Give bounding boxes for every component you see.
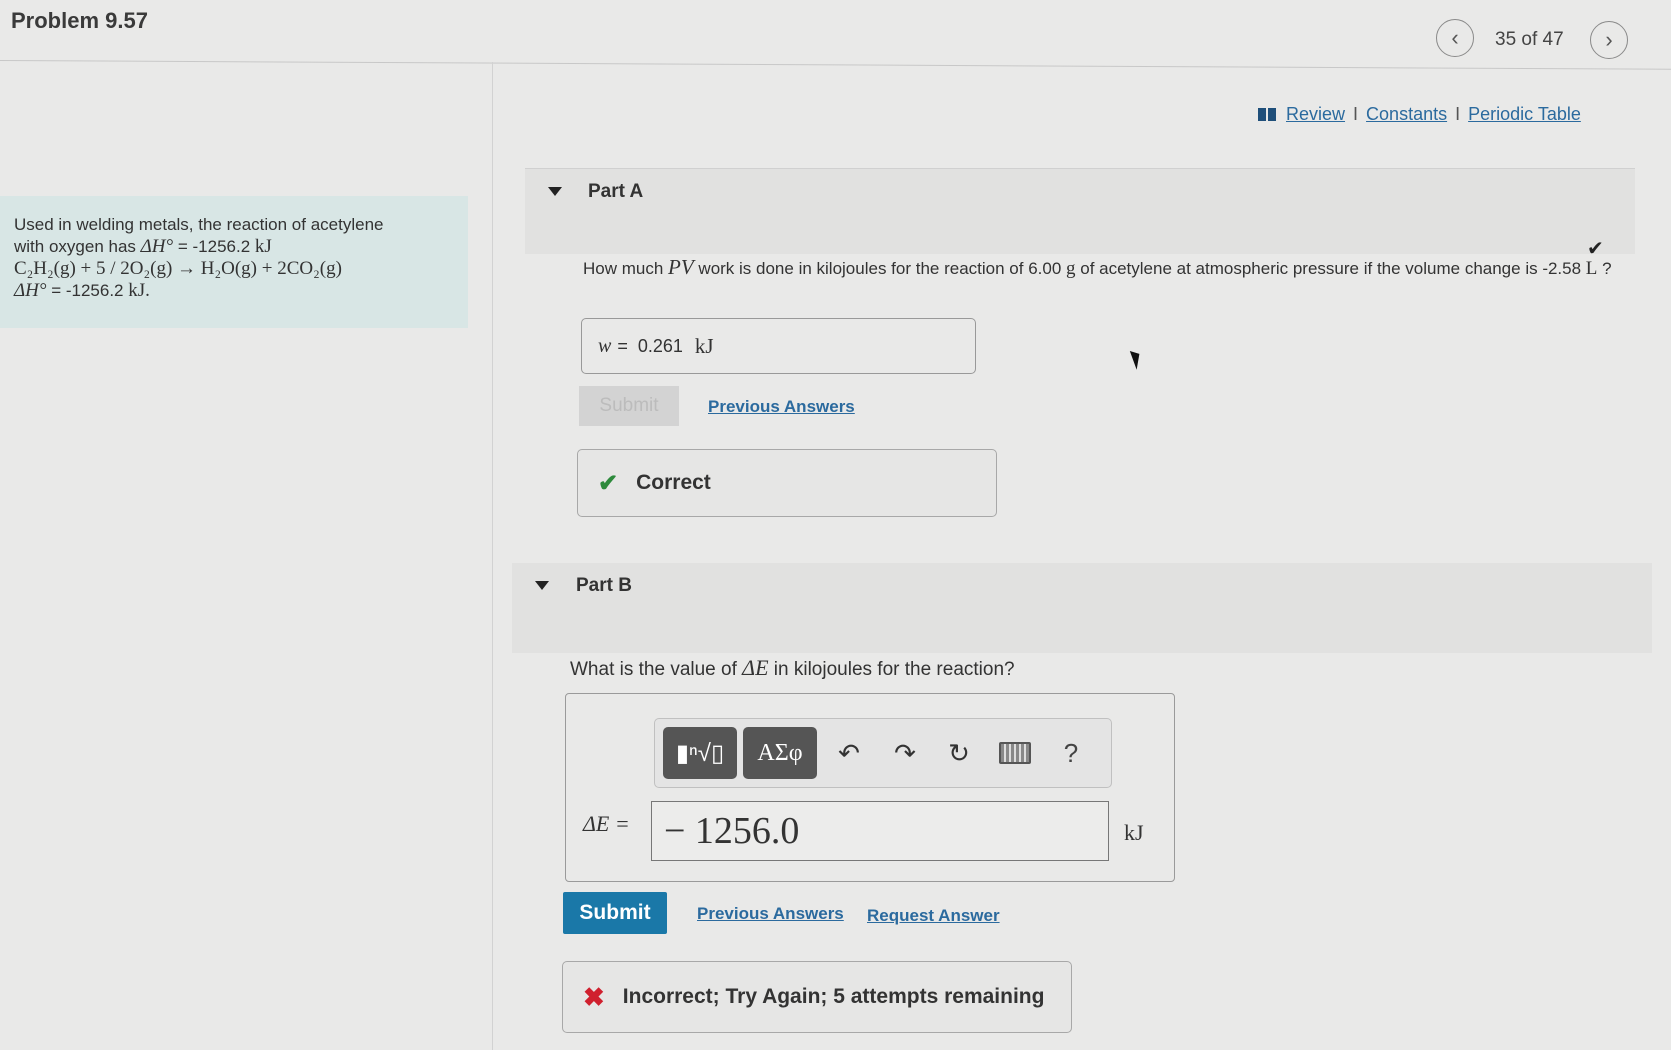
reset-icon[interactable]: ↻: [939, 733, 979, 773]
constants-link[interactable]: Constants: [1366, 104, 1447, 125]
check-icon: ✔: [598, 469, 619, 497]
part-b-header[interactable]: [512, 563, 1652, 653]
reaction-equation: C₂H₂(g) + 5 / 2O₂(g) → H₂O(g) + 2CO₂(g): [14, 258, 342, 279]
math-toolbar: ▮ⁿ√▯ ΑΣφ ↶ ↷ ↻ ?: [654, 718, 1112, 788]
part-a-answer-display: w = 0.261 kJ: [581, 318, 976, 374]
collapse-caret-icon[interactable]: [548, 187, 562, 196]
intro-line: ΔH° = -1256.2 kJ.: [14, 280, 150, 301]
redo-icon[interactable]: ↷: [885, 733, 925, 773]
request-answer-link[interactable]: Request Answer: [867, 906, 1000, 926]
greek-symbols-button[interactable]: ΑΣφ: [743, 727, 817, 779]
resource-links: Review I Constants I Periodic Table: [1258, 104, 1581, 125]
mouse-cursor-icon: [1129, 348, 1145, 370]
incorrect-feedback: ✖ Incorrect; Try Again; 5 attempts remai…: [562, 961, 1072, 1033]
problem-counter: 35 of 47: [1495, 29, 1564, 50]
undo-icon[interactable]: ↶: [829, 733, 869, 773]
problem-intro: Used in welding metals, the reaction of …: [0, 196, 468, 328]
keyboard-shortcuts-button[interactable]: [995, 733, 1035, 773]
header-divider: [0, 60, 1671, 70]
x-icon: ✖: [583, 981, 605, 1012]
unit-label: kJ: [1124, 820, 1144, 845]
part-a-label: Part A: [588, 181, 644, 202]
part-a-header[interactable]: [525, 168, 1635, 254]
delta-e-input[interactable]: − 1256.0: [651, 801, 1109, 861]
separator: I: [1353, 104, 1359, 124]
part-b-question: What is the value of ΔE in kilojoules fo…: [570, 655, 1015, 680]
chevron-right-icon: ›: [1605, 27, 1613, 52]
collapse-caret-icon[interactable]: [535, 581, 549, 590]
book-icon: [1258, 108, 1276, 121]
delta-e-label: ΔE =: [583, 811, 630, 836]
part-b-submit-button[interactable]: Submit: [563, 892, 667, 934]
review-link[interactable]: Review: [1286, 104, 1345, 125]
next-problem-button[interactable]: ›: [1590, 21, 1628, 59]
problem-title: Problem 9.57: [11, 8, 148, 33]
part-b-previous-answers-link[interactable]: Previous Answers: [697, 904, 844, 924]
part-a-submit-button-disabled: Submit: [579, 386, 679, 426]
help-icon[interactable]: ?: [1051, 733, 1091, 773]
keyboard-icon: [999, 742, 1031, 764]
intro-line: with oxygen has ΔH° = -1256.2 kJ: [14, 236, 272, 257]
part-a-question: How much PV work is done in kilojoules f…: [583, 255, 1612, 279]
column-divider: [492, 62, 493, 1050]
periodic-table-link[interactable]: Periodic Table: [1468, 104, 1581, 125]
correct-feedback: ✔ Correct: [577, 449, 997, 517]
previous-problem-button[interactable]: ‹: [1436, 19, 1474, 57]
chevron-left-icon: ‹: [1451, 25, 1459, 50]
separator: I: [1455, 104, 1461, 124]
part-a-previous-answers-link[interactable]: Previous Answers: [708, 397, 855, 417]
templates-button[interactable]: ▮ⁿ√▯: [663, 727, 737, 779]
part-b-label: Part B: [576, 575, 632, 596]
intro-line: Used in welding metals, the reaction of …: [14, 215, 384, 234]
answer-value: 0.261: [637, 335, 683, 356]
